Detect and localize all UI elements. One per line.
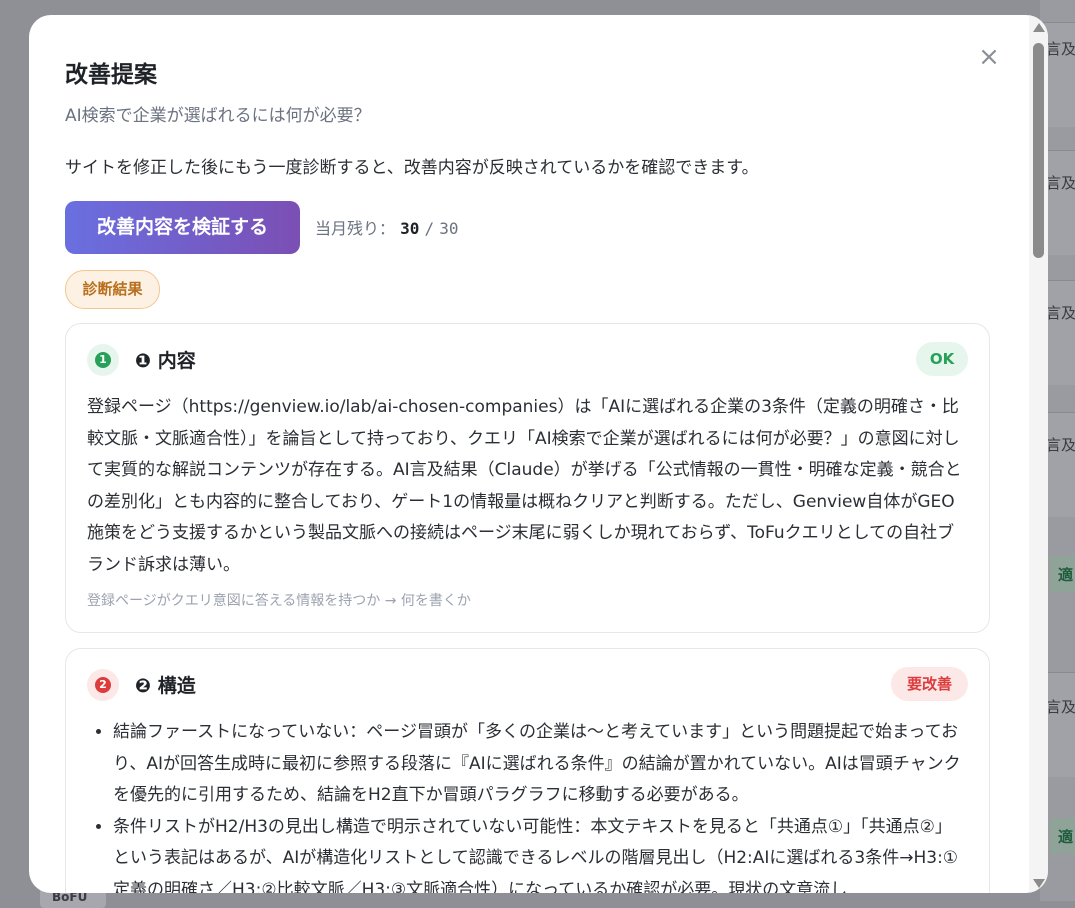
card-title: ❷ 構造: [135, 675, 196, 697]
quota-label: 当月残り：: [315, 219, 396, 238]
card-number-badge: 2: [87, 669, 119, 701]
card-body-text: 登録ページ（https://genview.io/lab/ai-chosen-c…: [87, 397, 962, 575]
card-number-badge: 1: [87, 344, 119, 376]
improvement-modal: × 改善提案 AI検索で企業が選ばれるには何が必要？ サイトを修正した後にもう一…: [29, 15, 1048, 893]
diagnosis-result-badge: 診断結果: [65, 270, 160, 309]
background-mention-label: 言及: [1046, 698, 1075, 716]
query-text: AI検索で企業が選ばれるには何が必要？: [65, 106, 371, 126]
close-icon[interactable]: ×: [975, 43, 1003, 71]
card-title: ❶ 内容: [135, 350, 196, 372]
issue-item: 結論ファーストになっていない：ページ冒頭が「多くの企業は〜と考えています」という…: [113, 717, 967, 812]
scroll-down-arrow-icon[interactable]: [1033, 879, 1045, 888]
modal-scrollbar[interactable]: [1029, 15, 1048, 893]
quota-remaining: 30: [400, 219, 420, 238]
card-body: 結論ファーストになっていない：ページ冒頭が「多くの企業は〜と考えています」という…: [87, 717, 967, 893]
background-mention-label: 言及: [1046, 40, 1075, 58]
issue-item: 条件リストがH2/H3の見出し構造で明示されていない可能性：本文テキストを見ると…: [113, 812, 967, 894]
card-hint: 登録ページがクエリ意図に答える情報を持つか → 何を書くか: [87, 593, 471, 609]
modal-title: 改善提案: [65, 62, 157, 88]
scrollbar-thumb[interactable]: [1033, 43, 1044, 258]
status-badge-needs-improvement: 要改善: [891, 667, 968, 701]
issue-list: 結論ファーストになっていない：ページ冒頭が「多くの企業は〜と考えています」という…: [87, 717, 967, 893]
modal-description: サイトを修正した後にもう一度診断すると、改善内容が反映されているかを確認できます…: [65, 158, 759, 178]
background-ok-badge: 適: [1050, 556, 1075, 592]
background-ok-badge: 適: [1050, 818, 1075, 854]
monthly-quota: 当月残り： 30 / 30: [315, 215, 458, 239]
content-card: 1 ❶ 内容 OK 登録ページ（https://genview.io/lab/a…: [65, 323, 990, 633]
verify-improvements-button[interactable]: 改善内容を検証する: [65, 201, 300, 254]
structure-card: 2 ❷ 構造 要改善 結論ファーストになっていない：ページ冒頭が「多くの企業は〜…: [65, 648, 990, 893]
background-mention-label: 言及: [1046, 174, 1075, 192]
background-mention-label: 言及: [1046, 304, 1075, 322]
status-badge-ok: OK: [916, 342, 968, 376]
quota-separator: /: [424, 219, 435, 238]
card-body: 登録ページ（https://genview.io/lab/ai-chosen-c…: [87, 392, 967, 581]
quota-total: 30: [439, 219, 459, 238]
scroll-up-arrow-icon[interactable]: [1033, 23, 1045, 32]
background-mention-label: 言及: [1046, 436, 1075, 454]
